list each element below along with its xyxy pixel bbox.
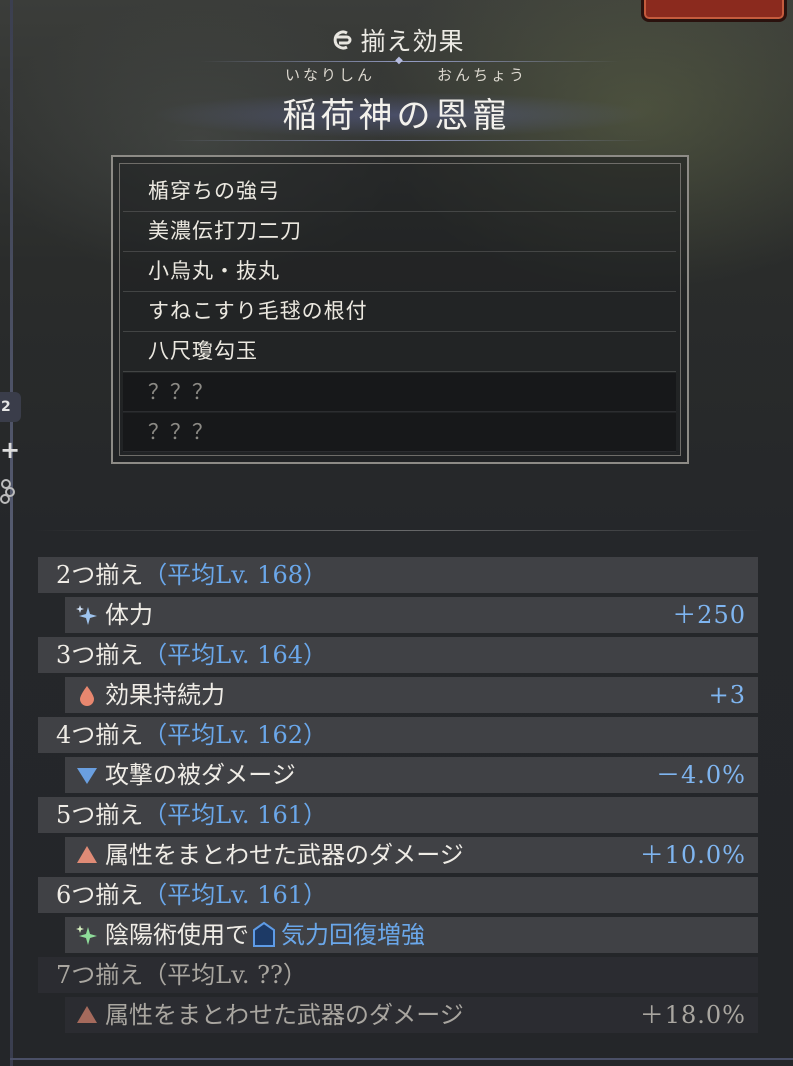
bonus-effect-row[interactable]: 攻撃の被ダメージ －4.0% <box>65 757 758 793</box>
bonus-effect-row-locked[interactable]: 属性をまとわせた武器のダメージ ＋18.0% <box>65 997 758 1033</box>
bonus-effect-row[interactable]: 陰陽術使用で 気力回復増強 <box>65 917 758 953</box>
set-name-ruby-left: いなりしん <box>285 66 376 84</box>
set-item[interactable]: 小烏丸・抜丸 <box>123 252 676 292</box>
bonus-effect-row[interactable]: 効果持続力 +3 <box>65 677 758 713</box>
bonus-effect-name: 陰陽術使用で <box>105 921 249 949</box>
ki-gauge-icon <box>253 921 275 947</box>
bonus-count: 7つ揃え <box>56 961 144 989</box>
bonus-average-level: （平均Lv. 161） <box>143 881 327 909</box>
bonus-effect-row[interactable]: 属性をまとわせた武器のダメージ ＋10.0% <box>65 837 758 873</box>
set-name-ruby-right: おんちょう <box>437 66 528 84</box>
sparkle-icon <box>76 605 97 625</box>
set-item[interactable]: すねこすり毛毬の根付 <box>123 292 676 332</box>
up-triangle-icon <box>77 846 97 863</box>
set-item-unknown[interactable]: ？？？ <box>123 413 676 452</box>
bonus-effect-value: －4.0% <box>656 761 746 789</box>
bonus-effect-name: 体力 <box>105 601 153 629</box>
bonus-tier-header: 4つ揃え（平均Lv. 162） <box>38 717 758 753</box>
title-ornament: ◆ <box>395 55 403 66</box>
bonus-effect-name: 効果持続力 <box>105 681 225 709</box>
bonus-effect-value: ＋250 <box>672 601 746 629</box>
bonus-tier-header: 6つ揃え（平均Lv. 161） <box>38 877 758 913</box>
set-items-panel: 楯穿ちの強弓 美濃伝打刀二刀 小烏丸・抜丸 すねこすり毛毬の根付 八尺瓊勾玉 ？… <box>111 155 689 464</box>
up-triangle-icon <box>77 1006 97 1023</box>
bonus-count: 5つ揃え <box>56 801 144 829</box>
down-triangle-icon <box>77 768 97 784</box>
bonus-tier-header-locked: 7つ揃え（平均Lv. ??） <box>38 957 758 993</box>
set-effect-text: 揃え効果 <box>360 27 465 56</box>
bonus-count: 6つ揃え <box>56 881 144 909</box>
bonus-count: 4つ揃え <box>56 721 144 749</box>
plus-icon[interactable]: + <box>0 438 20 462</box>
panel-left-border <box>10 0 13 1066</box>
bonus-effect-value: +3 <box>708 681 746 709</box>
set-item[interactable]: 美濃伝打刀二刀 <box>123 212 676 252</box>
side-badge[interactable]: 2 <box>0 392 21 422</box>
set-item-unknown[interactable]: ？？？ <box>123 373 676 412</box>
section-divider <box>34 530 764 531</box>
bonus-average-level: （平均Lv. 162） <box>143 721 327 749</box>
bonus-effect-name: 攻撃の被ダメージ <box>105 761 296 789</box>
bonus-tier-header: 5つ揃え（平均Lv. 161） <box>38 797 758 833</box>
equipped-tab[interactable] <box>641 0 787 22</box>
bonus-effect-name: 属性をまとわせた武器のダメージ <box>105 841 464 869</box>
bonus-effect-value: ＋10.0% <box>639 841 746 869</box>
set-effect-icon <box>334 30 352 50</box>
set-name: 稲荷神の恩寵 <box>282 96 511 136</box>
bonus-count: 2つ揃え <box>56 561 144 589</box>
side-badge-number: 2 <box>1 399 11 415</box>
set-bonus-list: 2つ揃え（平均Lv. 168） 体力 ＋250 3つ揃え（平均Lv. 164） … <box>38 557 758 1037</box>
bonus-effect-value: ＋18.0% <box>639 1001 746 1029</box>
drop-icon <box>80 686 94 706</box>
panel-bottom-border <box>10 1058 793 1060</box>
set-item[interactable]: 楯穿ちの強弓 <box>123 172 676 212</box>
title-divider <box>200 61 620 62</box>
set-effect-title: 揃え効果 <box>0 22 793 58</box>
bonus-average-level: （平均Lv. ??） <box>143 961 307 989</box>
bonus-effect-name: 属性をまとわせた武器のダメージ <box>105 1001 464 1029</box>
bonus-average-level: （平均Lv. 161） <box>143 801 327 829</box>
bonus-tier-header: 2つ揃え（平均Lv. 168） <box>38 557 758 593</box>
bonus-average-level: （平均Lv. 164） <box>143 641 327 669</box>
bonus-count: 3つ揃え <box>56 641 144 669</box>
set-effect-label: 揃え効果 <box>328 22 464 58</box>
bonus-average-level: （平均Lv. 168） <box>143 561 327 589</box>
bonus-tier-header: 3つ揃え（平均Lv. 164） <box>38 637 758 673</box>
flower-icon <box>0 479 15 504</box>
set-item[interactable]: 八尺瓊勾玉 <box>123 332 676 372</box>
title-underline <box>170 140 650 141</box>
set-items-list: 楯穿ちの強弓 美濃伝打刀二刀 小烏丸・抜丸 すねこすり毛毬の根付 八尺瓊勾玉 ？… <box>123 172 676 452</box>
sparkle-icon <box>76 925 97 945</box>
bonus-effect-highlight: 気力回復増強 <box>281 921 425 949</box>
bonus-effect-row[interactable]: 体力 ＋250 <box>65 597 758 633</box>
